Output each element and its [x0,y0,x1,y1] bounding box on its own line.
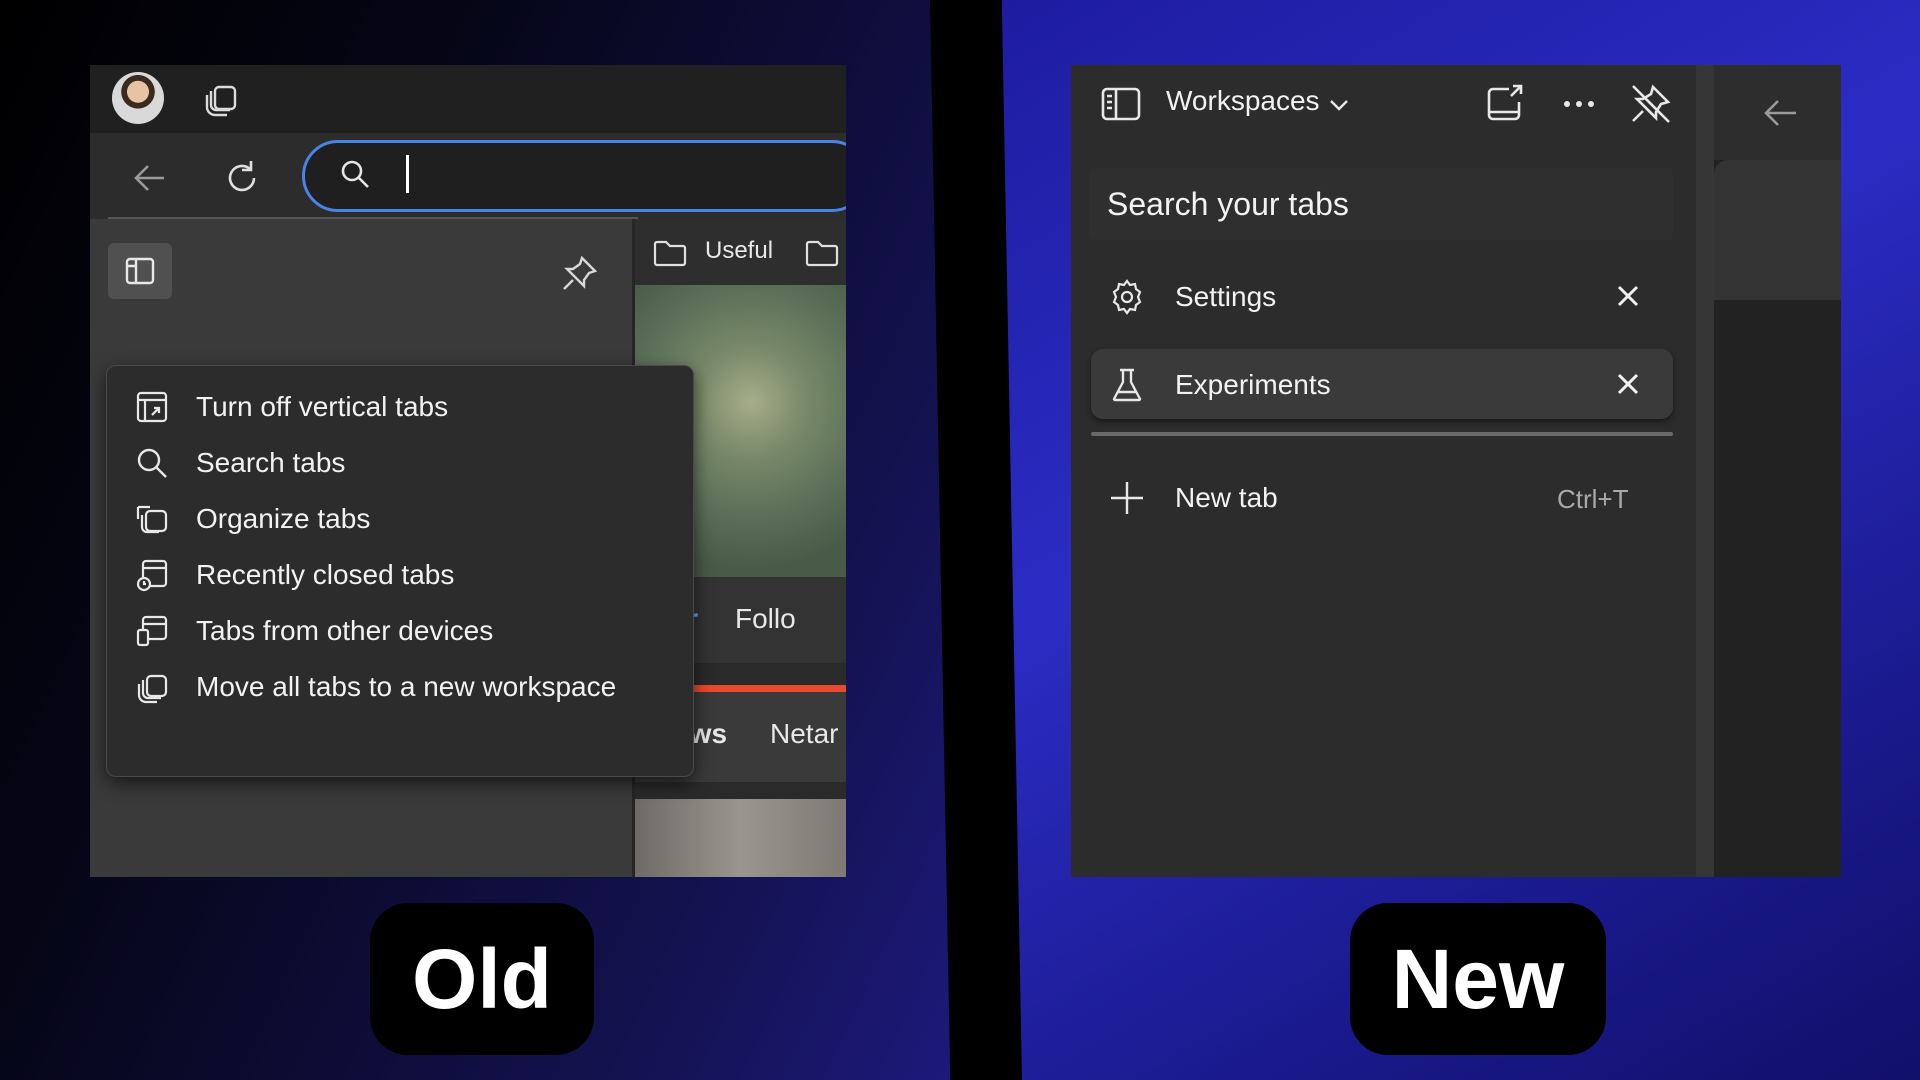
menu-item-label: Organize tabs [196,503,371,534]
new-tab-button[interactable]: New tab Ctrl+T [1091,462,1673,532]
new-tab-shortcut: Ctrl+T [1557,484,1629,514]
tab-experiments[interactable]: Experiments [1091,349,1673,419]
news-image [635,799,846,877]
organize-tabs-icon [136,505,168,534]
chevron-down-icon[interactable] [1328,97,1350,113]
menu-item-organize-tabs[interactable]: Organize tabs [107,488,693,550]
devices-icon [136,615,168,647]
plus-icon [1111,482,1143,514]
search-tabs-input[interactable]: Search your tabs [1089,168,1673,240]
folder-icon[interactable] [805,239,839,267]
following-tab[interactable]: Follo [735,603,796,635]
menu-item-move-to-workspace[interactable]: Move all tabs to a new workspace [107,656,693,718]
toolbar [1714,65,1841,160]
pin-icon[interactable] [560,253,600,293]
menu-item-turn-off-vertical-tabs[interactable]: Turn off vertical tabs [107,376,693,438]
search-icon [137,448,167,478]
old-browser-panel: Useful over Follo g News Netar Turn off … [90,65,846,877]
vertical-tabs-pane: Workspaces Search your tabs Settings Exp… [1071,65,1696,877]
tab-label: Experiments [1175,369,1331,400]
more-options-icon[interactable] [1557,82,1601,126]
favorites-folder-useful[interactable]: Useful [705,237,773,265]
workspaces-icon[interactable] [202,79,242,119]
new-window-icon[interactable] [1483,82,1527,126]
tab-strip [1714,160,1841,300]
tab-actions-button[interactable] [108,243,172,299]
workspaces-menu[interactable]: Workspaces [1166,85,1320,117]
back-arrow-icon[interactable] [1758,91,1802,135]
tab-actions-menu: Turn off vertical tabs Search tabs Organ… [106,365,694,777]
menu-item-label: Move all tabs to a new workspace [196,671,617,702]
back-arrow-icon[interactable] [128,156,172,200]
menu-item-search-tabs[interactable]: Search tabs [107,432,693,494]
menu-item-label: Turn off vertical tabs [196,391,449,422]
search-icon [341,160,369,188]
workspace-icon [137,674,168,704]
page-content [1714,65,1841,877]
favorites-bar: Useful [635,219,846,285]
new-tab-label: New tab [1175,482,1278,513]
close-icon[interactable] [1615,371,1641,397]
old-label-badge: Old [370,903,594,1055]
unpin-icon[interactable] [1629,82,1673,126]
tabs-separator [1091,432,1673,436]
folder-icon[interactable] [653,239,687,267]
profile-avatar[interactable] [112,72,164,124]
vertical-tabs-icon [125,257,155,285]
text-caret [406,155,409,193]
recently-closed-icon [136,559,168,592]
menu-item-label: Tabs from other devices [196,615,494,646]
new-label-badge: New [1350,903,1606,1055]
tab-label: Settings [1175,281,1277,312]
search-placeholder: Search your tabs [1107,186,1349,222]
gear-icon [1112,279,1142,315]
title-bar [90,65,846,133]
vertical-tabs-off-icon [136,391,168,423]
pane-resize-handle[interactable] [1696,65,1714,877]
address-input[interactable] [302,140,846,212]
news-category[interactable]: Netar [770,718,838,750]
menu-item-label: Recently closed tabs [196,559,455,590]
menu-item-label: Search tabs [196,447,346,478]
flask-icon [1112,368,1142,402]
tab-settings[interactable]: Settings [1091,261,1673,331]
sidebar-toggle-icon[interactable] [1099,82,1143,126]
refresh-icon[interactable] [220,156,264,200]
menu-item-tabs-other-devices[interactable]: Tabs from other devices [107,600,693,662]
close-icon[interactable] [1615,283,1641,309]
new-browser-panel: Workspaces Search your tabs Settings Exp… [1071,65,1841,877]
menu-item-recently-closed-tabs[interactable]: Recently closed tabs [107,544,693,606]
